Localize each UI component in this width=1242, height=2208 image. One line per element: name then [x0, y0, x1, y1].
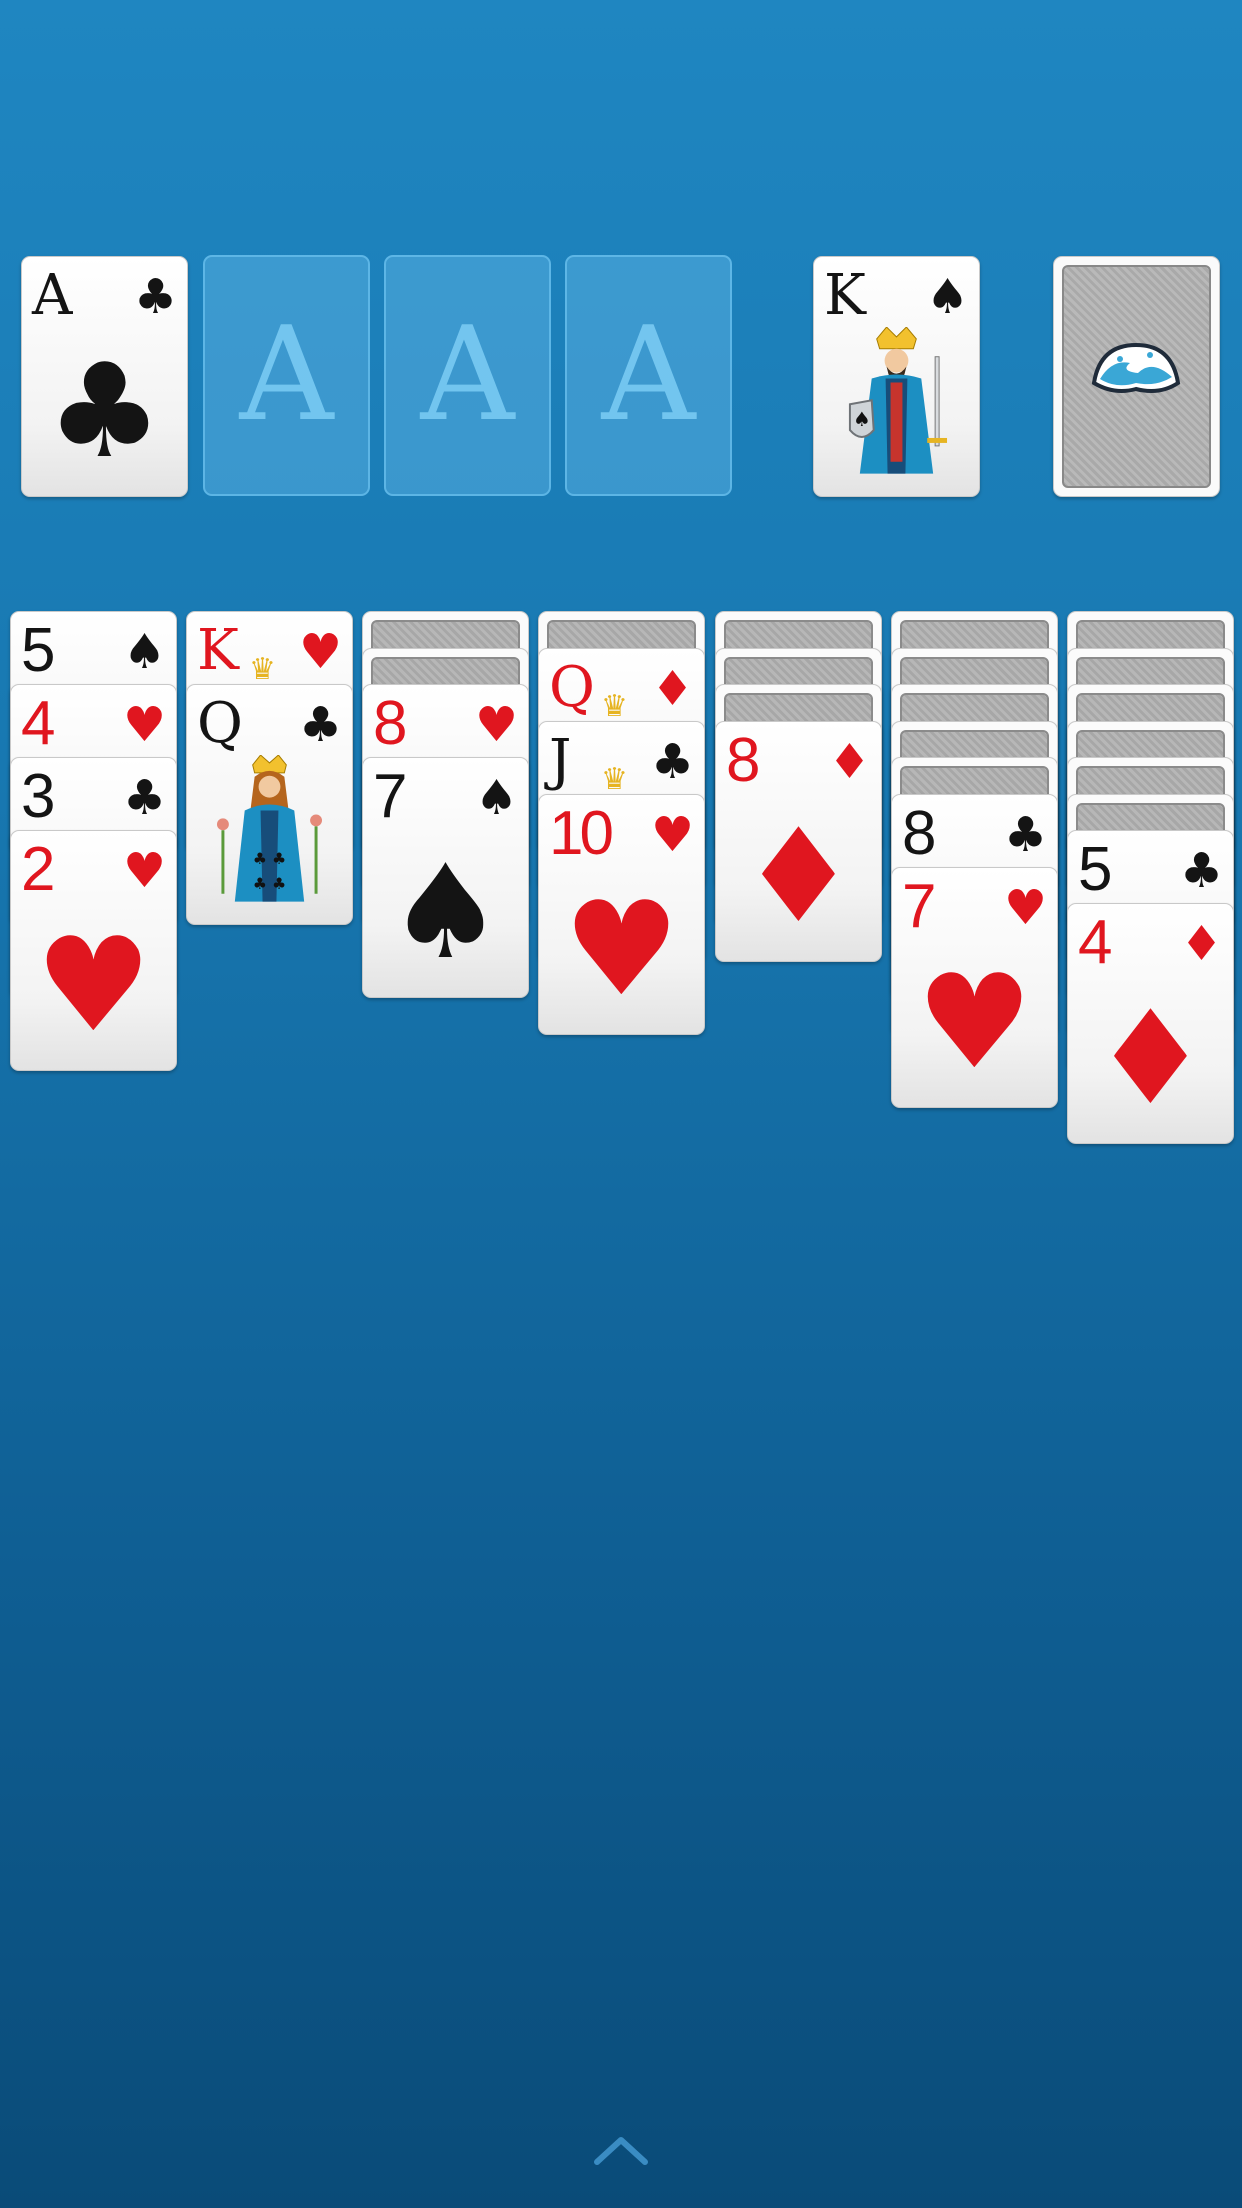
- foundation-slot-3[interactable]: A: [384, 255, 551, 496]
- queen-figure-icon: ♣ ♣ ♣ ♣: [216, 755, 323, 902]
- card-suit: ♦: [827, 733, 871, 790]
- card-rank: J: [549, 727, 572, 793]
- card-suit: ♥: [474, 697, 518, 753]
- card-rank: 7: [902, 871, 937, 941]
- card-suit: ♥: [122, 843, 166, 899]
- card-center-suit: ♦: [1092, 982, 1209, 1134]
- tableau-card[interactable]: 2 ♥ ♥: [10, 830, 177, 1071]
- card-suit: ♣: [1179, 843, 1223, 899]
- card-suit: ♦: [1179, 916, 1223, 972]
- card-rank: 10: [549, 798, 614, 868]
- card-suit: ♥: [1003, 879, 1047, 936]
- card-center-suit: ♣: [46, 335, 163, 487]
- tableau-card[interactable]: 4 ♦ ♦: [1067, 903, 1234, 1144]
- card-rank: 5: [1078, 835, 1113, 904]
- tableau-card[interactable]: Q ♣ ♣ ♣ ♣ ♣: [186, 684, 353, 925]
- tableau-card[interactable]: 7 ♥ ♥: [891, 866, 1058, 1108]
- card-rank: 5: [21, 616, 56, 685]
- tableau-card[interactable]: 10 ♥ ♥: [538, 793, 705, 1035]
- foundation-slot-4[interactable]: A: [565, 255, 732, 496]
- svg-text:♣ ♣: ♣ ♣: [253, 849, 286, 868]
- slot-label: A: [420, 298, 515, 450]
- card-suit: ♣: [1003, 806, 1047, 863]
- card-rank: K: [197, 618, 239, 683]
- card-center-suit: ♥: [563, 872, 680, 1025]
- ocean-wave-icon: [1091, 342, 1181, 393]
- card-suit: ♠: [122, 624, 166, 680]
- foundation-clubs[interactable]: A ♣ ♣: [21, 256, 188, 497]
- card-suit: ♠: [925, 269, 969, 325]
- card-rank: 4: [21, 689, 56, 758]
- card-suit: ♠: [474, 770, 518, 826]
- slot-label: A: [601, 298, 696, 450]
- card-rank: 3: [21, 762, 56, 831]
- card-center-suit: ♥: [35, 909, 152, 1061]
- card-center-suit: ♠: [387, 836, 504, 988]
- svg-text:♠: ♠: [853, 408, 871, 431]
- crown-icon: ♛: [249, 652, 276, 687]
- crown-icon: ♛: [601, 761, 628, 797]
- card-suit: ♣: [133, 269, 177, 325]
- card-rank: 2: [21, 835, 56, 904]
- card-rank: K: [824, 263, 866, 328]
- card-suit: ♥: [122, 697, 166, 753]
- card-center-suit: ♥: [916, 945, 1033, 1098]
- card-rank: 8: [373, 689, 408, 758]
- crown-icon: ♛: [601, 688, 628, 724]
- card-rank: 7: [373, 762, 408, 831]
- tableau-card[interactable]: 8 ♦ ♦: [715, 720, 882, 962]
- card-suit: ♥: [650, 806, 694, 863]
- card-suit: ♣: [122, 770, 166, 826]
- stock-pile[interactable]: [1053, 256, 1220, 497]
- card-suit: ♣: [298, 697, 342, 753]
- slot-label: A: [239, 298, 334, 450]
- chevron-up-icon[interactable]: [591, 2130, 651, 2170]
- card-rank: A: [32, 263, 73, 328]
- waste-card[interactable]: K ♠ ♠: [813, 256, 980, 497]
- card-rank: Q: [549, 654, 595, 720]
- card-suit: ♥: [298, 624, 342, 680]
- card-suit: ♣: [650, 733, 694, 790]
- card-rank: 8: [726, 725, 761, 795]
- card-rank: 8: [902, 798, 937, 868]
- card-rank: 4: [1078, 908, 1113, 977]
- card-suit: ♦: [650, 660, 694, 717]
- king-figure-icon: ♠: [848, 327, 948, 474]
- card-rank: Q: [197, 691, 243, 756]
- svg-text:♣ ♣: ♣ ♣: [253, 874, 286, 893]
- card-center-suit: ♦: [740, 799, 857, 952]
- foundation-slot-2[interactable]: A: [203, 255, 370, 496]
- tableau-card[interactable]: 7 ♠ ♠: [362, 757, 529, 998]
